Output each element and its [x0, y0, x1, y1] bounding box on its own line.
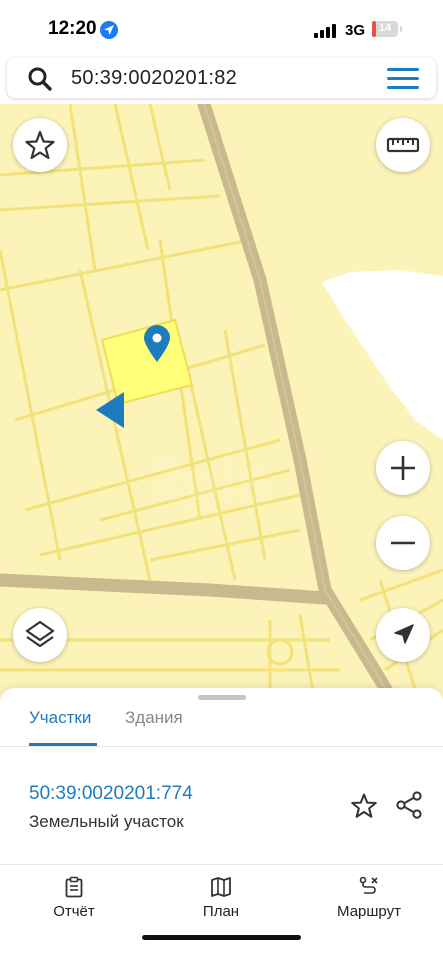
- navigation-arrow-icon: [394, 624, 414, 644]
- sheet-drag-handle[interactable]: [198, 695, 246, 700]
- share-icon[interactable]: [394, 790, 424, 820]
- tab-buildings[interactable]: Здания: [125, 708, 183, 728]
- search-bar[interactable]: 50:39:0020201:82: [7, 58, 436, 98]
- nav-route[interactable]: Маршрут: [314, 876, 424, 920]
- cellular-signal-icon: [314, 24, 338, 38]
- route-icon: [359, 876, 378, 894]
- home-indicator[interactable]: [142, 935, 301, 940]
- nav-report[interactable]: Отчёт: [19, 876, 129, 920]
- network-type: 3G: [345, 22, 366, 39]
- ruler-icon: [386, 137, 420, 153]
- nav-route-label: Маршрут: [337, 903, 401, 920]
- zoom-out-button[interactable]: [376, 516, 430, 570]
- star-icon: [25, 130, 55, 160]
- favorite-button[interactable]: [13, 118, 67, 172]
- layers-button[interactable]: [13, 608, 67, 662]
- divider: [0, 864, 443, 865]
- battery-level: 14: [378, 22, 392, 34]
- layers-icon: [25, 620, 55, 648]
- bottom-sheet[interactable]: Участки Здания 50:39:0020201:774 Земельн…: [0, 688, 443, 960]
- status-time: 12:20: [48, 18, 97, 39]
- nav-plan-label: План: [202, 903, 240, 920]
- parcel-type: Земельный участок: [29, 812, 184, 831]
- map-view[interactable]: 2gis: [0, 104, 443, 704]
- zoom-in-button[interactable]: [376, 441, 430, 495]
- plus-icon: [391, 456, 415, 480]
- nav-report-label: Отчёт: [53, 903, 95, 920]
- ruler-button[interactable]: [376, 118, 430, 172]
- location-services-icon: [100, 21, 118, 39]
- tab-parcels[interactable]: Участки: [29, 708, 91, 728]
- nav-plan[interactable]: План: [166, 876, 276, 920]
- menu-icon[interactable]: [387, 68, 419, 90]
- my-location-button[interactable]: [376, 608, 430, 662]
- search-input[interactable]: 50:39:0020201:82: [71, 67, 237, 90]
- parcel-cadastral-number[interactable]: 50:39:0020201:774: [29, 783, 193, 805]
- star-icon[interactable]: [350, 792, 378, 820]
- clipboard-icon: [65, 876, 83, 898]
- minus-icon: [391, 541, 415, 545]
- battery-icon: 14: [372, 21, 402, 37]
- map-icon: [211, 877, 231, 897]
- search-icon[interactable]: [27, 66, 53, 92]
- map-watermark: 2gis: [150, 446, 270, 513]
- divider: [0, 746, 443, 747]
- status-bar: 12:20 3G 14: [0, 0, 443, 56]
